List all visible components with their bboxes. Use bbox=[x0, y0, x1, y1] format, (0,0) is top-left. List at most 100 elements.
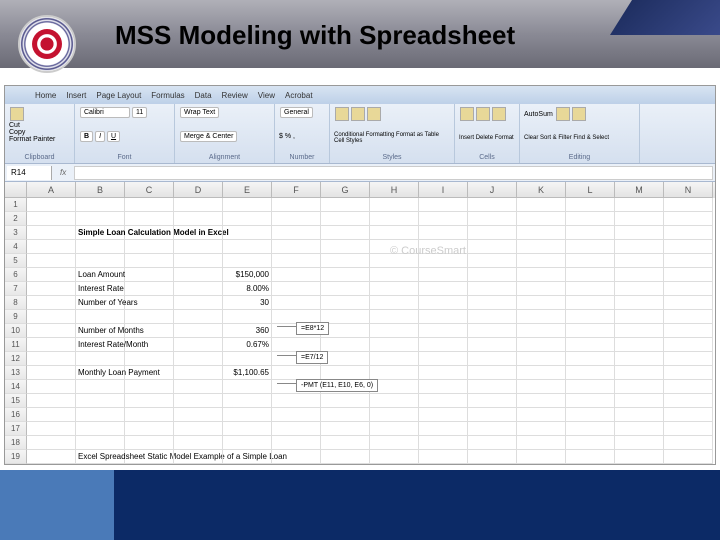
cell-A11[interactable] bbox=[27, 338, 76, 352]
cell-E11[interactable]: 0.67% bbox=[223, 338, 272, 352]
cell-H13[interactable] bbox=[370, 366, 419, 380]
cell-M13[interactable] bbox=[615, 366, 664, 380]
cell-H6[interactable] bbox=[370, 268, 419, 282]
cell-K6[interactable] bbox=[517, 268, 566, 282]
cell-D15[interactable] bbox=[174, 394, 223, 408]
cell-E7[interactable]: 8.00% bbox=[223, 282, 272, 296]
cell-C7[interactable] bbox=[125, 282, 174, 296]
cell-A5[interactable] bbox=[27, 254, 76, 268]
row-header-7[interactable]: 7 bbox=[5, 282, 27, 296]
cell-K7[interactable] bbox=[517, 282, 566, 296]
cell-N17[interactable] bbox=[664, 422, 713, 436]
cell-M19[interactable] bbox=[615, 450, 664, 464]
cell-C6[interactable] bbox=[125, 268, 174, 282]
cell-B19[interactable]: Excel Spreadsheet Static Model Example o… bbox=[76, 450, 125, 464]
format-cells-icon[interactable] bbox=[492, 107, 506, 121]
col-E[interactable]: E bbox=[223, 182, 272, 198]
row-header-11[interactable]: 11 bbox=[5, 338, 27, 352]
col-B[interactable]: B bbox=[76, 182, 125, 198]
cell-L10[interactable] bbox=[566, 324, 615, 338]
cell-L7[interactable] bbox=[566, 282, 615, 296]
cell-N10[interactable] bbox=[664, 324, 713, 338]
cell-C1[interactable] bbox=[125, 198, 174, 212]
cell-J7[interactable] bbox=[468, 282, 517, 296]
cell-N13[interactable] bbox=[664, 366, 713, 380]
cell-F2[interactable] bbox=[272, 212, 321, 226]
cell-M11[interactable] bbox=[615, 338, 664, 352]
cell-I10[interactable] bbox=[419, 324, 468, 338]
cell-A4[interactable] bbox=[27, 240, 76, 254]
autosum-button[interactable]: AutoSum bbox=[524, 111, 553, 118]
cell-J16[interactable] bbox=[468, 408, 517, 422]
cell-I13[interactable] bbox=[419, 366, 468, 380]
row-header-13[interactable]: 13 bbox=[5, 366, 27, 380]
cell-J18[interactable] bbox=[468, 436, 517, 450]
cell-G7[interactable] bbox=[321, 282, 370, 296]
row-header-2[interactable]: 2 bbox=[5, 212, 27, 226]
row-header-12[interactable]: 12 bbox=[5, 352, 27, 366]
cell-L8[interactable] bbox=[566, 296, 615, 310]
cell-M15[interactable] bbox=[615, 394, 664, 408]
cut-button[interactable]: Cut bbox=[9, 122, 20, 129]
copy-button[interactable]: Copy bbox=[9, 129, 25, 136]
delete-cells-icon[interactable] bbox=[476, 107, 490, 121]
cell-G8[interactable] bbox=[321, 296, 370, 310]
cell-M12[interactable] bbox=[615, 352, 664, 366]
cell-N18[interactable] bbox=[664, 436, 713, 450]
wrap-text-button[interactable]: Wrap Text bbox=[180, 107, 219, 118]
cell-C5[interactable] bbox=[125, 254, 174, 268]
row-header-9[interactable]: 9 bbox=[5, 310, 27, 324]
cell-H9[interactable] bbox=[370, 310, 419, 324]
cell-I16[interactable] bbox=[419, 408, 468, 422]
col-L[interactable]: L bbox=[566, 182, 615, 198]
cell-J3[interactable] bbox=[468, 226, 517, 240]
cell-F13[interactable] bbox=[272, 366, 321, 380]
cell-F15[interactable] bbox=[272, 394, 321, 408]
cell-E2[interactable] bbox=[223, 212, 272, 226]
cell-I2[interactable] bbox=[419, 212, 468, 226]
tab-data[interactable]: Data bbox=[195, 91, 212, 100]
cell-J14[interactable] bbox=[468, 380, 517, 394]
row-header-1[interactable]: 1 bbox=[5, 198, 27, 212]
cell-C12[interactable] bbox=[125, 352, 174, 366]
cell-J2[interactable] bbox=[468, 212, 517, 226]
cell-B9[interactable] bbox=[76, 310, 125, 324]
cell-J8[interactable] bbox=[468, 296, 517, 310]
cell-G13[interactable] bbox=[321, 366, 370, 380]
cell-L16[interactable] bbox=[566, 408, 615, 422]
cell-F7[interactable] bbox=[272, 282, 321, 296]
cell-D6[interactable] bbox=[174, 268, 223, 282]
cell-A1[interactable] bbox=[27, 198, 76, 212]
cell-F19[interactable] bbox=[272, 450, 321, 464]
bold-button[interactable]: B bbox=[80, 131, 93, 142]
cell-G19[interactable] bbox=[321, 450, 370, 464]
cell-I19[interactable] bbox=[419, 450, 468, 464]
cell-G3[interactable] bbox=[321, 226, 370, 240]
row-header-6[interactable]: 6 bbox=[5, 268, 27, 282]
col-H[interactable]: H bbox=[370, 182, 419, 198]
row-header-14[interactable]: 14 bbox=[5, 380, 27, 394]
cell-N19[interactable] bbox=[664, 450, 713, 464]
name-box[interactable]: R14 bbox=[7, 166, 52, 180]
cell-J6[interactable] bbox=[468, 268, 517, 282]
cell-K4[interactable] bbox=[517, 240, 566, 254]
col-D[interactable]: D bbox=[174, 182, 223, 198]
cell-G2[interactable] bbox=[321, 212, 370, 226]
paste-icon[interactable] bbox=[10, 107, 24, 121]
cell-F6[interactable] bbox=[272, 268, 321, 282]
cell-L3[interactable] bbox=[566, 226, 615, 240]
col-I[interactable]: I bbox=[419, 182, 468, 198]
cell-D3[interactable] bbox=[174, 226, 223, 240]
row-header-3[interactable]: 3 bbox=[5, 226, 27, 240]
cell-C17[interactable] bbox=[125, 422, 174, 436]
cell-E10[interactable]: 360 bbox=[223, 324, 272, 338]
cell-K15[interactable] bbox=[517, 394, 566, 408]
cell-I18[interactable] bbox=[419, 436, 468, 450]
font-size-select[interactable]: 11 bbox=[132, 107, 147, 118]
cell-C16[interactable] bbox=[125, 408, 174, 422]
cell-C3[interactable] bbox=[125, 226, 174, 240]
cell-A12[interactable] bbox=[27, 352, 76, 366]
cell-G5[interactable] bbox=[321, 254, 370, 268]
italic-button[interactable]: I bbox=[95, 131, 105, 142]
cell-N7[interactable] bbox=[664, 282, 713, 296]
